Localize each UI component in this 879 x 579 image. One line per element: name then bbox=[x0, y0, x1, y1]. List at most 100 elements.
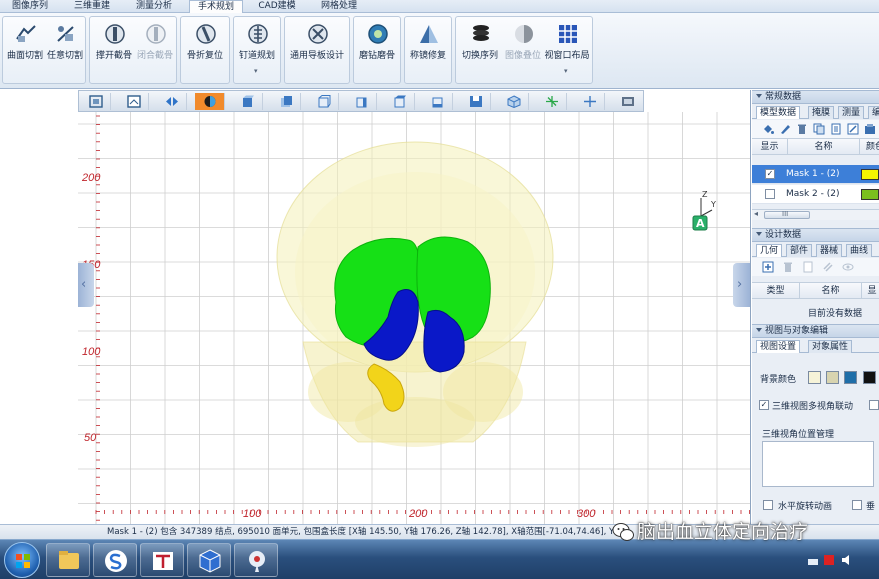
screw-path-button[interactable]: 钉道规划 ▾ bbox=[235, 21, 279, 81]
taskbar-3d-app-button[interactable] bbox=[187, 543, 231, 577]
view-linkage-checkbox[interactable]: ✓ bbox=[759, 400, 769, 410]
archive-icon[interactable] bbox=[864, 123, 876, 135]
gizmo-z-label: Z bbox=[702, 190, 708, 199]
burr-grinding-button[interactable]: 磨钻磨骨 bbox=[355, 21, 399, 81]
table-row[interactable]: Mask 2 - (2) bbox=[752, 185, 879, 204]
start-button[interactable] bbox=[4, 542, 40, 578]
view-edit-title[interactable]: 视图与对象编辑 bbox=[752, 324, 879, 338]
background-color-swatch[interactable] bbox=[826, 371, 839, 384]
delete-icon[interactable] bbox=[782, 261, 794, 273]
taskbar-explorer-button[interactable] bbox=[46, 543, 90, 577]
copy-icon[interactable] bbox=[802, 261, 814, 273]
x-axis-label-300: 300 bbox=[577, 508, 596, 520]
mirror-repair-button[interactable]: 称镜修复 bbox=[406, 21, 450, 81]
taskbar-medical-app-button[interactable] bbox=[234, 543, 278, 577]
vertical-option-label: 垂 bbox=[866, 502, 876, 512]
brush-icon[interactable] bbox=[779, 123, 791, 135]
common-data-title[interactable]: 常规数据 bbox=[752, 90, 879, 104]
fit-view-button[interactable] bbox=[81, 93, 111, 110]
taskbar-app-button[interactable] bbox=[140, 543, 184, 577]
medical-app-icon bbox=[249, 551, 265, 572]
folder-icon bbox=[59, 551, 79, 569]
tab-geometry[interactable]: 几何 bbox=[756, 244, 783, 257]
background-color-swatch[interactable] bbox=[863, 371, 876, 384]
burr-grinding-label: 磨钻磨骨 bbox=[358, 51, 395, 61]
tray-flag-icon[interactable] bbox=[824, 555, 834, 565]
watermark: 脑出血立体定向治疗 bbox=[612, 515, 879, 549]
copy-icon[interactable] bbox=[813, 123, 825, 135]
row-color-swatch[interactable] bbox=[861, 169, 879, 180]
cube-view-button[interactable] bbox=[499, 93, 529, 110]
render-mode-button[interactable] bbox=[195, 93, 225, 110]
screw-path-dropdown-icon: ▾ bbox=[254, 67, 258, 75]
design-data-title[interactable]: 设计数据 bbox=[752, 228, 879, 242]
sogou-icon bbox=[105, 550, 127, 572]
back-view-button[interactable] bbox=[271, 93, 301, 110]
crosshair-button[interactable] bbox=[575, 93, 605, 110]
guide-design-button[interactable]: 通用导板设计 bbox=[290, 21, 344, 81]
row-color-swatch[interactable] bbox=[861, 189, 879, 200]
3d-viewport[interactable]: 200 150 100 50 100 200 300 ‹ › Z Y A bbox=[0, 90, 751, 524]
window-layout-icon bbox=[559, 25, 577, 43]
paint-bucket-icon[interactable] bbox=[762, 123, 774, 135]
link-icon[interactable] bbox=[822, 261, 834, 273]
extra-option-checkbox[interactable] bbox=[869, 400, 879, 410]
export-icon[interactable] bbox=[847, 123, 859, 135]
bottom-view-button[interactable] bbox=[423, 93, 453, 110]
tab-measure[interactable]: 测量 bbox=[838, 106, 865, 119]
sagittal-view-button[interactable] bbox=[157, 93, 187, 110]
tab-mask[interactable]: 掩膜 bbox=[808, 106, 835, 119]
left-view-button[interactable] bbox=[309, 93, 339, 110]
tab-view-settings[interactable]: 视图设置 bbox=[756, 340, 801, 353]
tab-parts[interactable]: 部件 bbox=[786, 244, 813, 257]
tab-image-sequence[interactable]: 图像序列 bbox=[4, 0, 56, 13]
background-color-swatch[interactable] bbox=[808, 371, 821, 384]
tab-3d-reconstruction[interactable]: 三维重建 bbox=[66, 0, 118, 13]
scroll-left-icon[interactable]: ◂ bbox=[754, 209, 758, 218]
fracture-reduction-button[interactable]: 骨折复位 bbox=[183, 21, 227, 81]
table-row[interactable]: ✓ Mask 1 - (2) bbox=[752, 165, 879, 184]
application-window: 图像序列 三维重建 测量分析 手术规划 CAD建模 网格处理 曲面切割 任意切割… bbox=[0, 0, 879, 579]
front-view-button[interactable] bbox=[233, 93, 263, 110]
tab-object-properties[interactable]: 对象属性 bbox=[808, 340, 853, 353]
wechat-logo-icon bbox=[612, 523, 634, 541]
collapse-right-panel-button[interactable]: › bbox=[733, 263, 750, 307]
tab-instruments[interactable]: 器械 bbox=[816, 244, 843, 257]
osteotomy-close-button[interactable]: 闭合截骨 bbox=[133, 21, 177, 81]
top-view-button[interactable] bbox=[385, 93, 415, 110]
tray-network-icon[interactable] bbox=[808, 555, 818, 565]
background-color-swatch[interactable] bbox=[844, 371, 857, 384]
add-icon[interactable] bbox=[762, 261, 774, 273]
right-view-button[interactable] bbox=[347, 93, 377, 110]
rotate-animation-checkbox[interactable] bbox=[763, 500, 773, 510]
row-visibility-checkbox[interactable] bbox=[765, 189, 775, 199]
tray-volume-icon[interactable] bbox=[841, 555, 851, 565]
layout-view-button[interactable] bbox=[119, 93, 149, 110]
vertical-option-checkbox[interactable] bbox=[852, 500, 862, 510]
tab-surgery-planning[interactable]: 手术规划 bbox=[189, 0, 243, 14]
row-visibility-checkbox[interactable]: ✓ bbox=[765, 169, 775, 179]
collapse-left-panel-button[interactable]: ‹ bbox=[78, 263, 94, 307]
tab-mesh-processing[interactable]: 网格处理 bbox=[313, 0, 365, 13]
scrollbar-thumb[interactable]: III bbox=[764, 210, 810, 219]
free-cut-button[interactable]: 任意切割 bbox=[43, 21, 87, 81]
tab-model-data[interactable]: 模型数据 bbox=[756, 106, 801, 119]
tab-measure-analysis[interactable]: 测量分析 bbox=[128, 0, 180, 13]
delete-icon[interactable] bbox=[796, 123, 808, 135]
snapshot-button[interactable] bbox=[461, 93, 491, 110]
ribbon-group-mirror: 称镜修复 bbox=[404, 16, 452, 84]
tab-edit[interactable]: 编 bbox=[868, 106, 879, 119]
view-toolbar bbox=[78, 90, 644, 112]
tab-cad-modeling[interactable]: CAD建模 bbox=[252, 0, 302, 13]
view-position-list[interactable] bbox=[762, 441, 874, 487]
taskbar-app-s-button[interactable] bbox=[93, 543, 137, 577]
document-icon[interactable] bbox=[830, 123, 842, 135]
table-horizontal-scrollbar[interactable]: ◂ III bbox=[752, 209, 879, 220]
axes-button[interactable] bbox=[537, 93, 567, 110]
film-button[interactable] bbox=[613, 93, 643, 110]
eye-icon[interactable] bbox=[842, 261, 854, 273]
tab-curves[interactable]: 曲线 bbox=[846, 244, 873, 257]
ribbon-toolbar: 曲面切割 任意切割 撑开截骨 闭合截骨 骨折复位 钉道规划 ▾ 通用导板设计 磨… bbox=[0, 13, 879, 89]
ribbon-group-view: 切换序列 图像叠位 视窗口布局 ▾ bbox=[455, 16, 593, 84]
window-layout-button[interactable]: 视窗口布局 ▾ bbox=[544, 21, 590, 81]
